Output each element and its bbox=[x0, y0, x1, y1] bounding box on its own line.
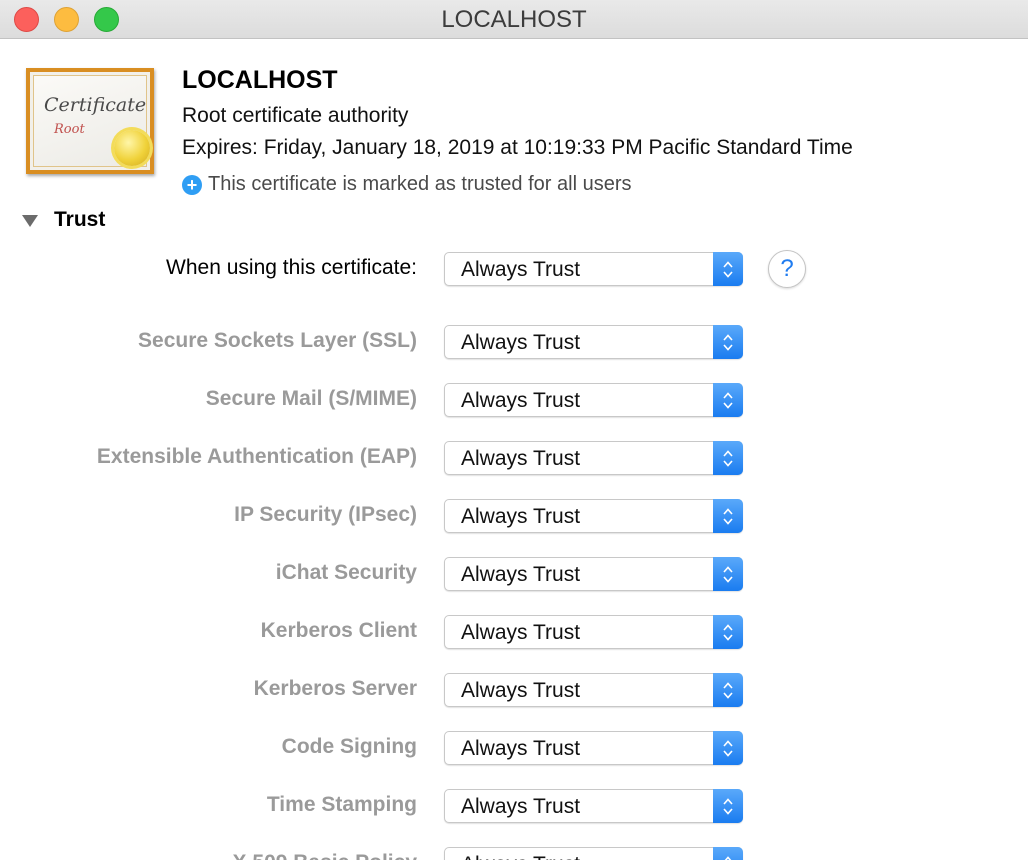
popup-value: Always Trust bbox=[461, 563, 581, 586]
certificate-icon-text: Certificate bbox=[44, 94, 147, 116]
popup-value: Always Trust bbox=[461, 737, 581, 760]
trust-main-row: When using this certificate: Always Trus… bbox=[0, 252, 1028, 286]
trust-section-label: Trust bbox=[54, 208, 106, 231]
certificate-type: Root certificate authority bbox=[182, 104, 409, 127]
trust-setting-label: X.509 Basic Policy bbox=[233, 851, 417, 860]
trust-setting-label: Secure Mail (S/MIME) bbox=[205, 387, 417, 410]
trust-setting-row: X.509 Basic Policy Always Trust bbox=[0, 847, 1028, 860]
popup-arrows-icon bbox=[713, 673, 743, 707]
popup-arrows-icon bbox=[713, 325, 743, 359]
title-bar: LOCALHOST bbox=[0, 0, 1028, 39]
trust-setting-popup[interactable]: Always Trust bbox=[444, 615, 743, 649]
trust-status-text: This certificate is marked as trusted fo… bbox=[208, 173, 632, 195]
trust-setting-label: Time Stamping bbox=[266, 793, 417, 816]
trust-setting-popup[interactable]: Always Trust bbox=[444, 557, 743, 591]
trust-setting-popup[interactable]: Always Trust bbox=[444, 789, 743, 823]
trust-setting-row: Code Signing Always Trust bbox=[0, 731, 1028, 765]
popup-arrows-icon bbox=[713, 789, 743, 823]
trust-setting-popup[interactable]: Always Trust bbox=[444, 673, 743, 707]
popup-value: Always Trust bbox=[461, 853, 580, 860]
certificate-icon: Certificate Root bbox=[26, 68, 154, 174]
trust-setting-row: iChat Security Always Trust bbox=[0, 557, 1028, 591]
popup-arrows-icon bbox=[713, 441, 743, 475]
trust-setting-row: Secure Sockets Layer (SSL) Always Trust bbox=[0, 325, 1028, 359]
popup-value: Always Trust bbox=[461, 447, 581, 470]
trust-setting-label: Secure Sockets Layer (SSL) bbox=[138, 329, 417, 352]
popup-value: Always Trust bbox=[461, 679, 581, 702]
popup-arrows-icon bbox=[713, 252, 743, 286]
help-button[interactable]: ? bbox=[768, 250, 806, 288]
popup-value: Always Trust bbox=[461, 505, 581, 528]
trust-setting-label: Kerberos Client bbox=[260, 619, 417, 642]
trust-setting-row: Secure Mail (S/MIME) Always Trust bbox=[0, 383, 1028, 417]
when-using-label: When using this certificate: bbox=[166, 256, 417, 279]
certificate-expiration: Expires: Friday, January 18, 2019 at 10:… bbox=[182, 136, 853, 159]
popup-arrows-icon bbox=[713, 383, 743, 417]
trust-setting-row: Kerberos Server Always Trust bbox=[0, 673, 1028, 707]
trust-setting-label: IP Security (IPsec) bbox=[234, 503, 417, 526]
trust-setting-label: iChat Security bbox=[275, 561, 417, 584]
trust-setting-popup[interactable]: Always Trust bbox=[444, 441, 743, 475]
trust-setting-label: Code Signing bbox=[281, 735, 417, 758]
trust-setting-popup[interactable]: Always Trust bbox=[444, 499, 743, 533]
trust-section-toggle[interactable]: Trust bbox=[22, 208, 105, 232]
trust-setting-label: Extensible Authentication (EAP) bbox=[96, 445, 417, 468]
popup-value: Always Trust bbox=[461, 795, 581, 818]
trust-setting-row: Extensible Authentication (EAP) Always Tr… bbox=[0, 441, 1028, 475]
when-using-popup[interactable]: Always Trust bbox=[444, 252, 743, 286]
window-title: LOCALHOST bbox=[441, 6, 587, 33]
trust-setting-popup[interactable]: Always Trust bbox=[444, 383, 743, 417]
popup-value: Always Trust bbox=[461, 621, 581, 644]
popup-arrows-icon bbox=[713, 557, 743, 591]
popup-value: Always Trust bbox=[461, 258, 581, 281]
popup-value: Always Trust bbox=[461, 331, 581, 354]
popup-arrows-icon bbox=[713, 615, 743, 649]
certificate-detail-panel: Certificate Root LOCALHOST Root certific… bbox=[0, 40, 1028, 860]
certificate-icon-subtext: Root bbox=[54, 122, 85, 137]
popup-value: Always Trust bbox=[461, 389, 581, 412]
trust-setting-row: Time Stamping Always Trust bbox=[0, 789, 1028, 823]
seal-icon bbox=[114, 130, 150, 166]
trust-setting-row: Kerberos Client Always Trust bbox=[0, 615, 1028, 649]
popup-arrows-icon bbox=[713, 847, 743, 860]
popup-arrows-icon bbox=[713, 499, 743, 533]
trust-status: + This certificate is marked as trusted … bbox=[182, 173, 631, 196]
popup-arrows-icon bbox=[713, 731, 743, 765]
certificate-name: LOCALHOST bbox=[182, 66, 338, 94]
plus-circle-icon: + bbox=[182, 174, 202, 195]
trust-setting-popup[interactable]: Always Trust bbox=[444, 325, 743, 359]
disclosure-triangle-icon[interactable] bbox=[22, 215, 38, 227]
trust-setting-label: Kerberos Server bbox=[253, 677, 417, 700]
trust-setting-popup[interactable]: Always Trust bbox=[444, 731, 743, 765]
trust-setting-row: IP Security (IPsec) Always Trust bbox=[0, 499, 1028, 533]
trust-setting-popup[interactable]: Always Trust bbox=[444, 847, 743, 860]
